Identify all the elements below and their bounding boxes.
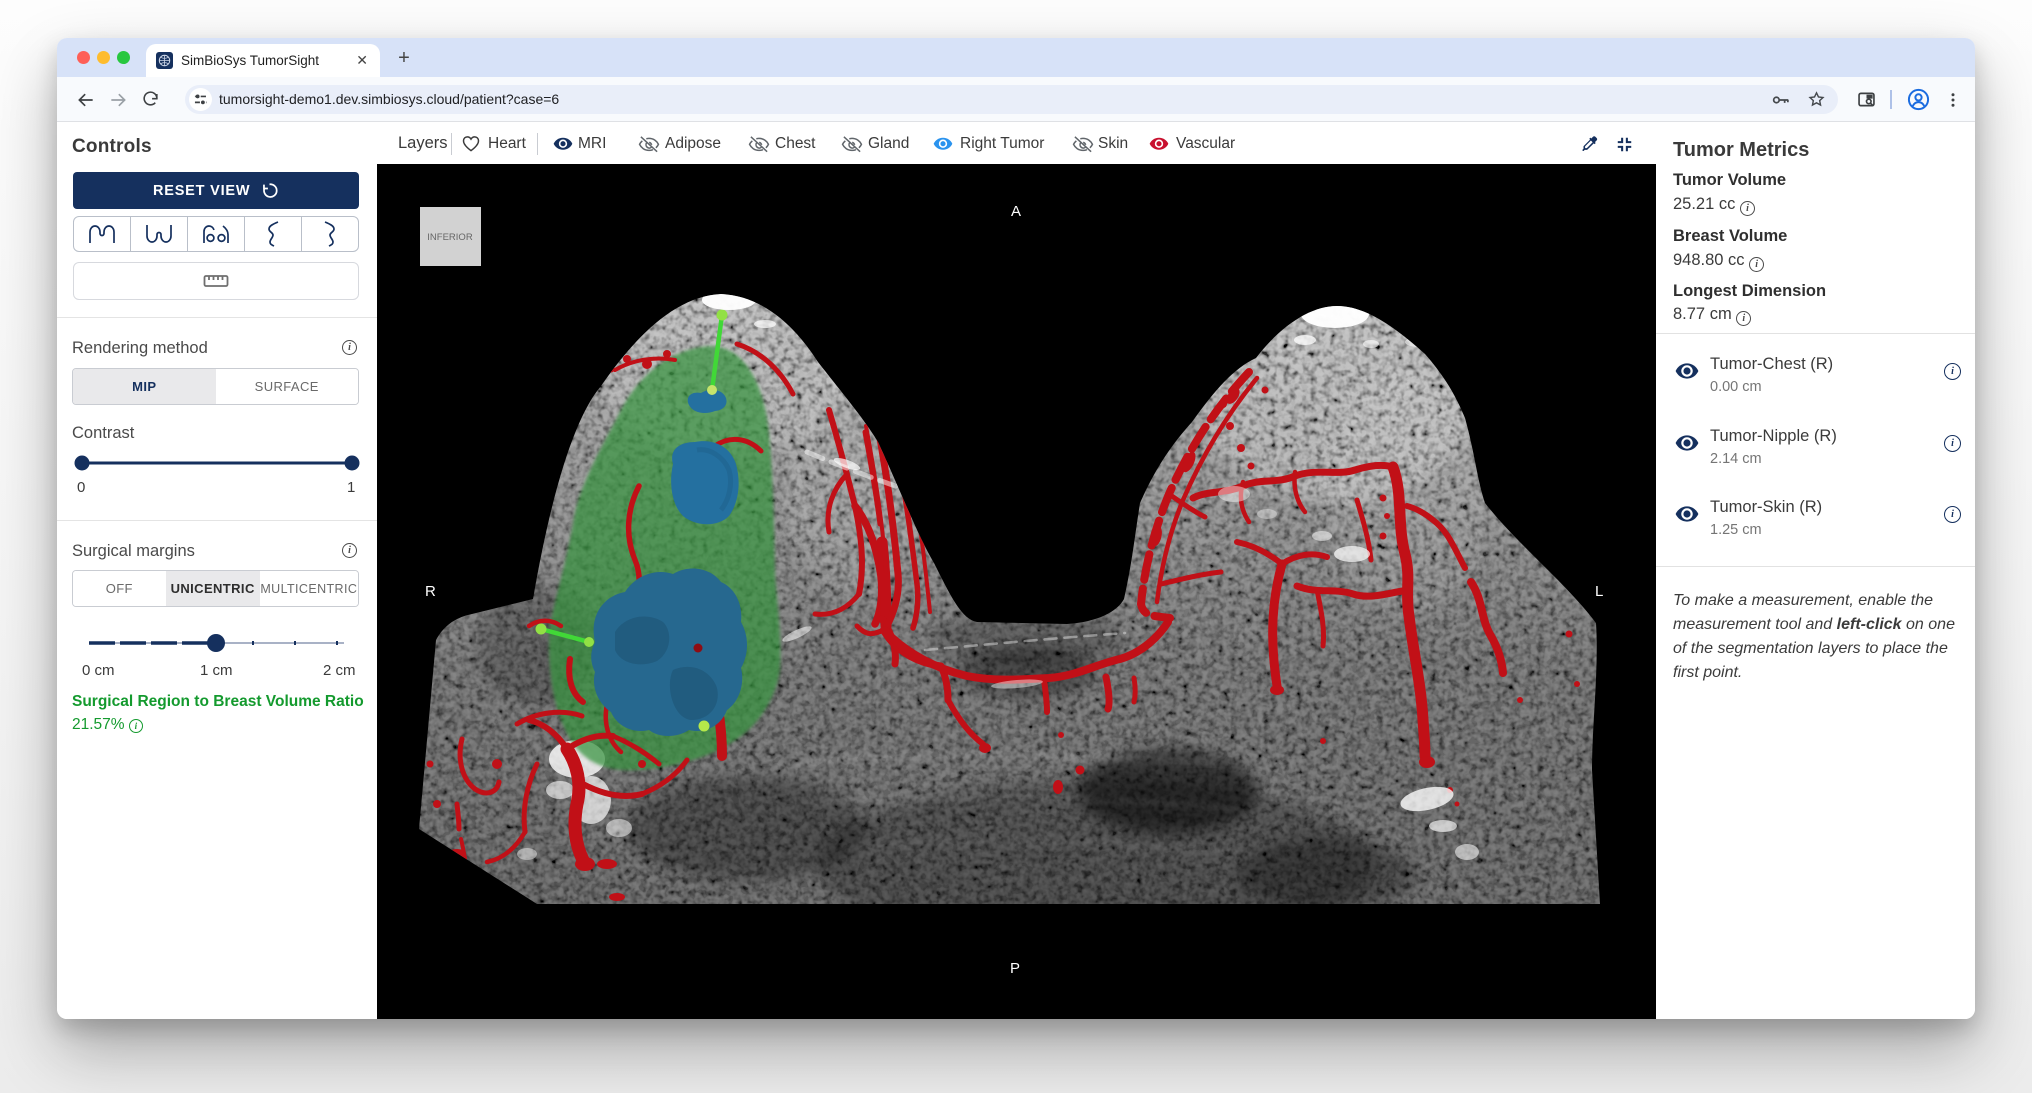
- svg-text:L: L: [1595, 583, 1603, 600]
- svg-text:A: A: [1011, 203, 1021, 220]
- svg-text:R: R: [425, 583, 436, 600]
- svg-text:P: P: [1010, 960, 1020, 977]
- svg-text:INFERIOR: INFERIOR: [427, 232, 473, 243]
